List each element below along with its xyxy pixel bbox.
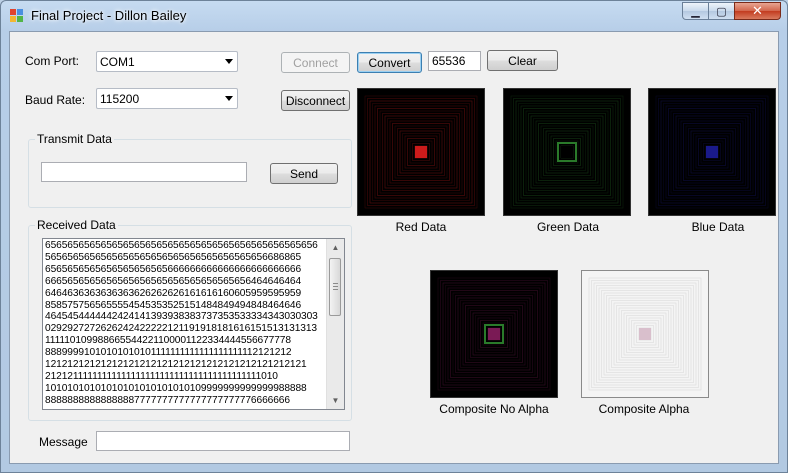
red-data-caption: Red Data bbox=[395, 220, 447, 234]
composite-no-alpha-image bbox=[430, 270, 558, 398]
title-bar[interactable]: Final Project - Dillon Bailey ▁ ▢ ✕ bbox=[1, 1, 787, 31]
received-data-line: 1010101010101010101010101010999999999999… bbox=[45, 382, 307, 394]
pattern-center-square bbox=[561, 146, 573, 158]
green-pattern bbox=[503, 88, 631, 216]
received-data-line: 0292927272626242422222121191918181616151… bbox=[45, 323, 317, 335]
blue-data-caption: Blue Data bbox=[691, 220, 745, 234]
clear-button[interactable]: Clear bbox=[487, 50, 558, 71]
received-data-line: 5656565656565656565656565656565656565656… bbox=[45, 251, 302, 263]
disconnect-button[interactable]: Disconnect bbox=[281, 90, 350, 111]
close-button[interactable]: ✕ bbox=[734, 2, 781, 20]
close-icon: ✕ bbox=[752, 3, 763, 18]
composite-alpha-caption: Composite Alpha bbox=[598, 402, 690, 416]
connect-button[interactable]: Connect bbox=[281, 52, 350, 73]
received-data-line: 1212121212121212121212121212121212121212… bbox=[45, 359, 307, 371]
baud-rate-label: Baud Rate: bbox=[25, 93, 86, 107]
maximize-button[interactable]: ▢ bbox=[708, 2, 735, 20]
grip-line bbox=[333, 286, 338, 287]
com-port-select[interactable]: COM1 bbox=[96, 51, 238, 72]
red-pattern bbox=[357, 88, 485, 216]
form-client-area: Com Port: COM1 Baud Rate: 115200 Connect… bbox=[9, 31, 779, 464]
pattern-center-square bbox=[706, 146, 718, 158]
minimize-button[interactable]: ▁ bbox=[682, 2, 709, 20]
composite-no-alpha-caption: Composite No Alpha bbox=[439, 402, 549, 416]
blue-data-image bbox=[648, 88, 776, 216]
grip-line bbox=[333, 289, 338, 290]
red-data-image bbox=[357, 88, 485, 216]
com-port-value: COM1 bbox=[100, 55, 135, 69]
message-input[interactable] bbox=[96, 431, 350, 451]
maximize-icon: ▢ bbox=[716, 5, 727, 18]
received-data-line: 6565656565656565656565666666666666666666… bbox=[45, 263, 302, 275]
scroll-up-icon[interactable]: ▲ bbox=[327, 239, 344, 256]
received-data-line: 2121211111111111111111111111111111111111… bbox=[45, 370, 278, 382]
received-data-lines: 6565656565656565656565656565656565656565… bbox=[45, 240, 328, 407]
received-data-line: 6665656565656565656565656565656565656464… bbox=[45, 275, 302, 287]
received-data-line: 8888888888888888777777777777777777777666… bbox=[45, 394, 290, 406]
composite-alpha-image bbox=[581, 270, 709, 398]
baud-rate-select[interactable]: 115200 bbox=[96, 88, 238, 109]
app-icon bbox=[10, 9, 23, 22]
received-data-line: 4645454444442424141393938383737353533334… bbox=[45, 311, 318, 323]
received-data-textbox[interactable]: 6565656565656565656565656565656565656565… bbox=[42, 238, 345, 410]
minimize-icon: ▁ bbox=[691, 5, 700, 18]
convert-value-input[interactable] bbox=[428, 51, 481, 71]
chevron-down-icon bbox=[225, 96, 233, 101]
pattern-center-square bbox=[415, 146, 427, 158]
received-data-line: 8889999101010101010111111111111111111111… bbox=[45, 347, 292, 359]
window-title: Final Project - Dillon Bailey bbox=[31, 8, 187, 23]
message-label: Message bbox=[39, 435, 88, 449]
received-data-line: 1111101099886655442211000011223344445566… bbox=[45, 335, 291, 347]
pattern-center-square bbox=[639, 328, 651, 340]
transmit-data-label: Transmit Data bbox=[35, 132, 114, 146]
baud-rate-value: 115200 bbox=[100, 92, 140, 106]
grip-line bbox=[333, 283, 338, 284]
received-data-label: Received Data bbox=[35, 218, 118, 232]
com-port-label: Com Port: bbox=[25, 54, 80, 68]
composite-no-alpha-pattern bbox=[430, 270, 558, 398]
convert-button[interactable]: Convert bbox=[357, 52, 422, 73]
application-window: Final Project - Dillon Bailey ▁ ▢ ✕ Com … bbox=[0, 0, 788, 473]
pattern-center-square bbox=[488, 328, 500, 340]
composite-alpha-pattern bbox=[581, 270, 709, 398]
transmit-input[interactable] bbox=[41, 162, 247, 182]
send-button[interactable]: Send bbox=[270, 163, 338, 184]
chevron-down-icon bbox=[225, 59, 233, 64]
scroll-down-icon[interactable]: ▼ bbox=[327, 392, 344, 409]
received-data-line: 6565656565656565656565656565656565656565… bbox=[45, 240, 318, 251]
received-data-line: 8585757565655554545353525151484849494848… bbox=[45, 299, 302, 311]
received-data-line: 6464636363636363626262626161616160605959… bbox=[45, 287, 302, 299]
vertical-scrollbar[interactable]: ▲ ▼ bbox=[326, 239, 344, 409]
blue-pattern bbox=[648, 88, 776, 216]
scrollbar-thumb[interactable] bbox=[329, 258, 341, 316]
green-data-caption: Green Data bbox=[536, 220, 600, 234]
green-data-image bbox=[503, 88, 631, 216]
